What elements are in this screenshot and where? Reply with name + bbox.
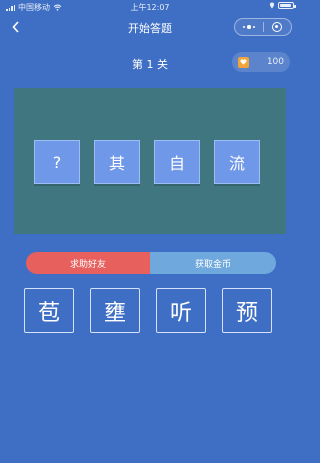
location-icon xyxy=(269,2,275,9)
mini-program-capsule xyxy=(234,18,292,36)
nav-bar: 开始答题 xyxy=(0,14,300,40)
coin-amount: 100 xyxy=(266,57,284,67)
status-time: 上午12:07 xyxy=(130,3,170,12)
target-circle-icon xyxy=(272,22,283,32)
answer-choice-2[interactable]: 壅 xyxy=(90,288,140,333)
puzzle-slot-2: 其 xyxy=(94,140,140,184)
more-dots-icon xyxy=(242,25,255,29)
answer-choice-3[interactable]: 听 xyxy=(156,288,206,333)
puzzle-slot-3: 自 xyxy=(154,140,200,184)
coin-badge: 100 xyxy=(232,52,290,72)
more-button[interactable] xyxy=(235,19,263,35)
get-coins-button[interactable]: 获取金币 xyxy=(150,252,276,274)
coin-heart-icon xyxy=(238,56,249,68)
puzzle-slot-4: 流 xyxy=(214,140,260,184)
answer-choice-4[interactable]: 预 xyxy=(222,288,272,333)
answer-choice-1[interactable]: 苞 xyxy=(24,288,74,333)
ask-friend-button[interactable]: 求助好友 xyxy=(26,252,150,274)
status-right xyxy=(269,2,296,9)
status-bar: 中国移动 上午12:07 xyxy=(0,0,300,14)
battery-icon xyxy=(278,2,296,9)
puzzle-board: ? 其 自 流 xyxy=(14,88,286,234)
action-bar: 求助好友 获取金币 xyxy=(26,252,276,274)
puzzle-slot-1[interactable]: ? xyxy=(34,140,80,184)
close-button[interactable] xyxy=(264,19,292,35)
battery-fill xyxy=(280,4,291,7)
